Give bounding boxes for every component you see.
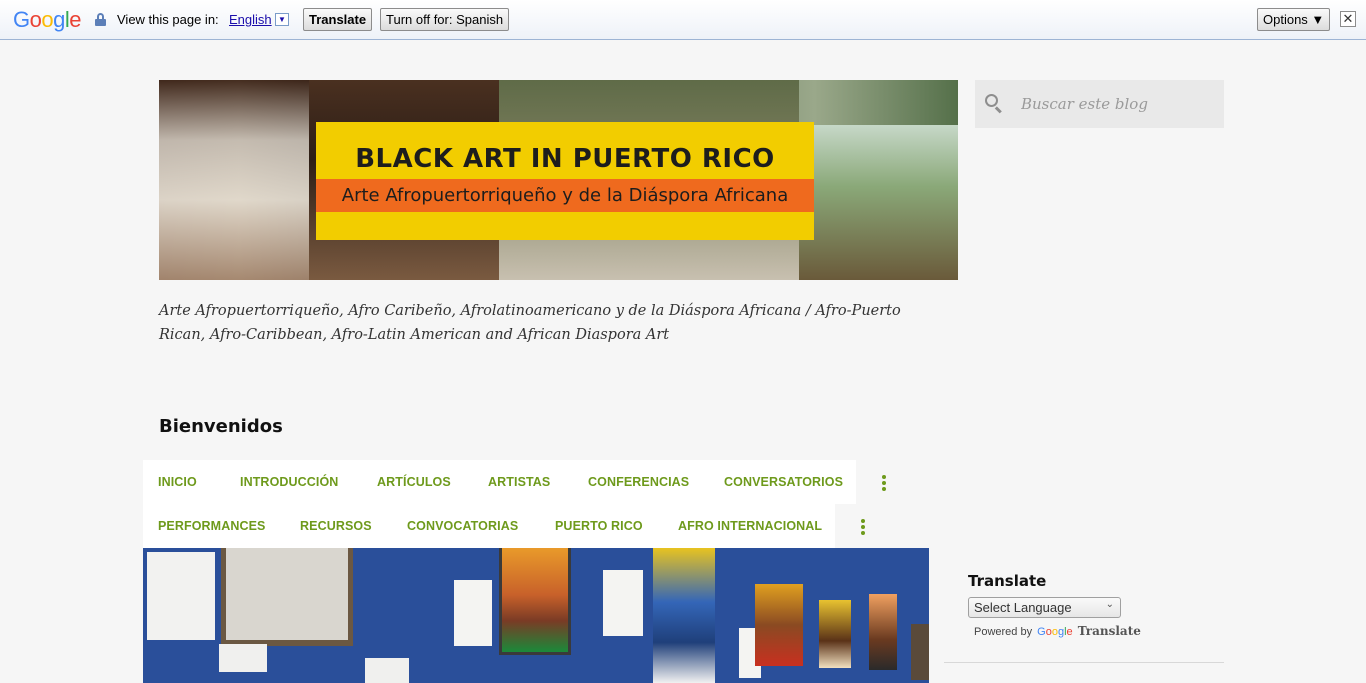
translate-widget-title: Translate [968,572,1047,590]
exhibit-label [219,644,267,672]
exhibit-label [365,658,409,683]
nav-item-articulos[interactable]: ARTÍCULOS [377,475,451,489]
nav-item-performances[interactable]: PERFORMANCES [158,519,265,533]
google-logo: Google [13,7,82,32]
blog-description: Arte Afropuertorriqueño, Afro Caribeño, … [159,303,901,343]
close-icon[interactable]: ✕ [1340,11,1356,27]
google-translate-bar: Google View this page in: English ▼ Tran… [0,0,1366,40]
nav-item-afro-internacional[interactable]: AFRO INTERNACIONAL [678,519,822,533]
nav-item-puerto-rico[interactable]: PUERTO RICO [555,519,643,533]
main-nav-row-2: PERFORMANCES RECURSOS CONVOCATORIAS PUER… [143,504,835,548]
language-select[interactable]: Select Language ⌄ [968,597,1121,618]
google-wordmark[interactable]: Google [1037,626,1073,638]
framed-artwork [499,548,571,655]
framed-artwork [911,624,929,680]
language-select-value: Select Language [974,600,1072,615]
nav-item-inicio[interactable]: INICIO [158,475,197,489]
exhibit-text-panel [147,552,215,640]
translate-button[interactable]: Translate [303,8,373,31]
target-language-link[interactable]: English [229,12,272,27]
nav-item-conferencias[interactable]: CONFERENCIAS [588,475,689,489]
language-dropdown-arrow-icon[interactable]: ▼ [275,13,289,26]
painting-fragment [799,125,958,280]
sidebar-divider [944,662,1224,663]
nav-item-convocatorias[interactable]: CONVOCATORIAS [407,519,518,533]
nav-item-recursos[interactable]: RECURSOS [300,519,372,533]
main-nav-row-1: INICIO INTRODUCCIÓN ARTÍCULOS ARTISTAS C… [143,460,886,504]
framed-artwork [869,594,897,670]
exhibit-text-panel [603,570,643,636]
exhibition-photo[interactable] [143,548,929,683]
framed-artwork [819,600,851,668]
exhibit-text-panel [454,580,492,646]
more-menu-icon[interactable] [861,519,865,535]
lock-icon [95,13,106,26]
banner-title: BLACK ART IN PUERTO RICO [355,144,775,174]
options-button[interactable]: Options ▼ [1257,8,1331,31]
nav-item-conversatorios[interactable]: CONVERSATORIOS [724,475,843,489]
banner-subtitle: Arte Afropuertorriqueño y de la Diáspora… [341,185,789,206]
view-page-label: View this page in: [117,12,219,27]
nav-item-artistas[interactable]: ARTISTAS [488,475,550,489]
powered-by-label: Powered by [974,626,1033,638]
framed-artwork [221,548,353,646]
search-icon[interactable] [985,94,1003,114]
framed-artwork [653,548,715,683]
search-input[interactable] [1021,92,1216,116]
turn-off-translation-button[interactable]: Turn off for: Spanish [380,8,510,31]
more-menu-icon[interactable] [882,475,886,491]
framed-artwork [755,584,803,666]
blog-header-banner[interactable]: BLACK ART IN PUERTO RICO Arte Afropuerto… [159,80,958,280]
painting-fragment [159,80,309,280]
translate-wordmark[interactable]: Translate [1078,624,1141,638]
chevron-down-icon: ⌄ [1105,599,1114,610]
nav-item-introduccion[interactable]: INTRODUCCIÓN [240,475,338,489]
powered-by-google-translate: Powered by Google Translate [974,624,1141,638]
page-section-title: Bienvenidos [159,416,283,437]
